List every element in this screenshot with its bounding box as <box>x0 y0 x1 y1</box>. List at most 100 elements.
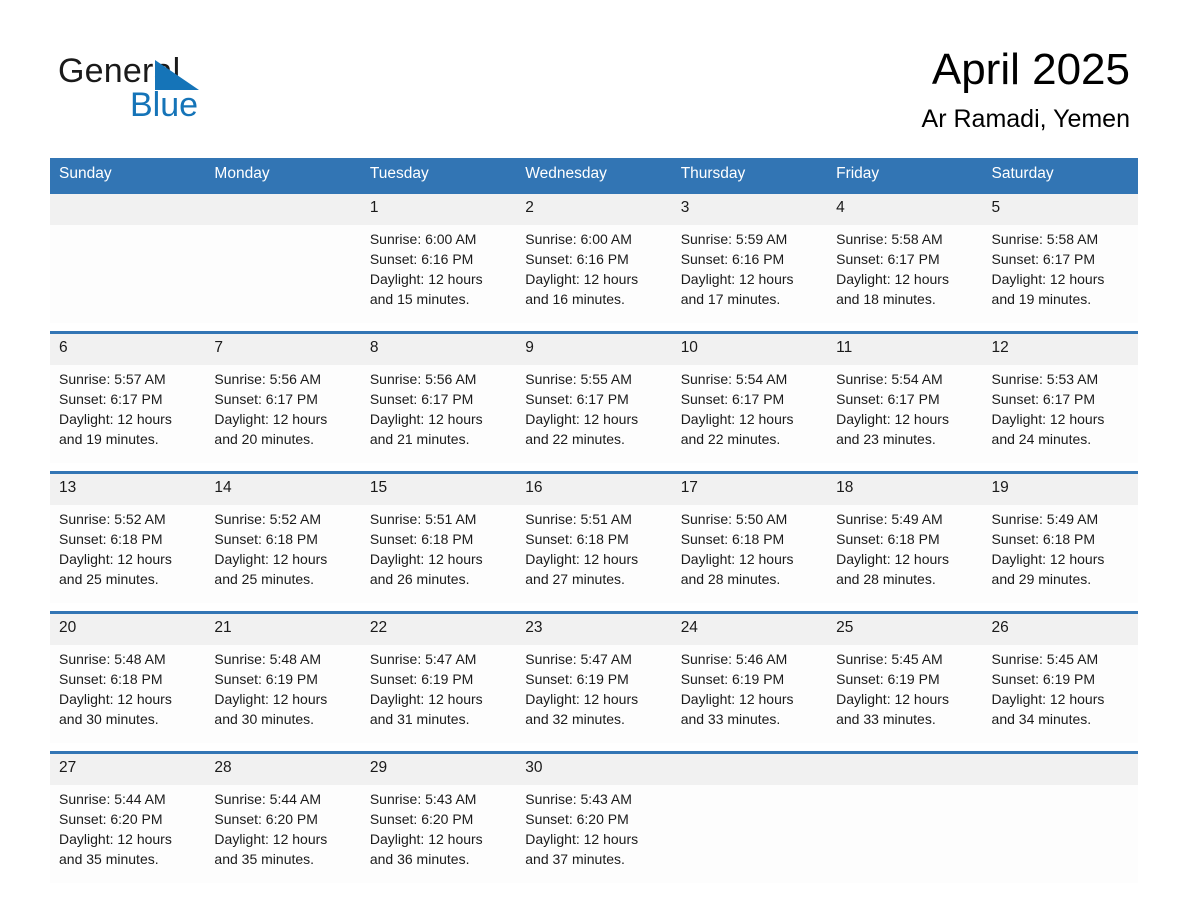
sunrise-text: Sunrise: 5:52 AM <box>59 511 166 527</box>
day-cell[interactable]: Sunrise: 5:54 AM Sunset: 6:17 PM Daylight:… <box>827 365 983 463</box>
daylight-text: Daylight: 12 hours and 34 minutes. <box>991 691 1105 727</box>
day-number[interactable]: 23 <box>516 614 672 645</box>
day-cell[interactable]: Sunrise: 5:52 AM Sunset: 6:18 PM Daylight:… <box>50 505 206 603</box>
day-cell[interactable]: Sunrise: 5:59 AM Sunset: 6:16 PM Daylight:… <box>671 225 828 323</box>
daylight-text: Daylight: 12 hours and 21 minutes. <box>369 411 483 447</box>
daylight-text: Daylight: 12 hours and 23 minutes. <box>836 411 949 447</box>
day-cell[interactable]: Sunrise: 5:53 AM Sunset: 6:17 PM Daylight:… <box>982 365 1138 463</box>
day-number[interactable]: 5 <box>982 194 1138 225</box>
day-cell[interactable]: Sunrise: 5:58 AM Sunset: 6:17 PM Daylight:… <box>827 225 983 323</box>
sunrise-text: Sunrise: 5:58 AM <box>991 231 1099 247</box>
day-cell[interactable]: Sunrise: 5:54 AM Sunset: 6:17 PM Daylight:… <box>671 365 828 463</box>
day-cell[interactable]: Sunrise: 5:51 AM Sunset: 6:18 PM Daylight:… <box>516 505 672 603</box>
day-number[interactable]: 27 <box>50 754 206 785</box>
day-cell[interactable]: Sunrise: 5:47 AM Sunset: 6:19 PM Daylight:… <box>516 645 672 743</box>
daylight-text: Daylight: 12 hours and 19 minutes. <box>59 411 172 447</box>
daylight-text: Daylight: 12 hours and 35 minutes. <box>214 831 328 867</box>
daylight-text: Daylight: 12 hours and 30 minutes. <box>59 691 172 727</box>
day-cell[interactable]: Sunrise: 5:45 AM Sunset: 6:19 PM Daylight:… <box>827 645 983 743</box>
day-cell[interactable]: Sunrise: 5:43 AM Sunset: 6:20 PM Daylight:… <box>516 785 672 883</box>
sunset-text: Sunset: 6:17 PM <box>836 251 940 267</box>
day-number[interactable]: 4 <box>827 194 983 225</box>
daylight-text: Daylight: 12 hours and 30 minutes. <box>214 691 328 727</box>
day-cell[interactable]: Sunrise: 5:55 AM Sunset: 6:17 PM Daylight:… <box>516 365 672 463</box>
day-cell[interactable]: Sunrise: 5:49 AM Sunset: 6:18 PM Daylight:… <box>827 505 983 603</box>
sunset-text: Sunset: 6:18 PM <box>214 531 318 547</box>
weekday-header-saturday: Saturday <box>982 158 1138 191</box>
date-number-row: 13 14 15 16 17 18 19 <box>50 474 1138 505</box>
day-number[interactable]: 25 <box>827 614 983 645</box>
daylight-text: Daylight: 12 hours and 33 minutes. <box>680 691 794 727</box>
day-cell[interactable]: Sunrise: 5:56 AM Sunset: 6:17 PM Daylight:… <box>360 365 517 463</box>
day-number[interactable]: 1 <box>360 194 517 225</box>
day-number[interactable]: 22 <box>360 614 517 645</box>
day-number[interactable]: 6 <box>50 334 206 365</box>
day-number[interactable]: 8 <box>360 334 517 365</box>
day-number[interactable]: 26 <box>982 614 1138 645</box>
day-number[interactable]: 17 <box>671 474 828 505</box>
sunrise-text: Sunrise: 5:51 AM <box>369 511 477 527</box>
date-number-row: 20 21 22 23 24 25 26 <box>50 614 1138 645</box>
day-number-empty <box>205 194 361 225</box>
sunset-text: Sunset: 6:18 PM <box>525 531 629 547</box>
sunrise-text: Sunrise: 5:43 AM <box>369 791 477 807</box>
daylight-text: Daylight: 12 hours and 22 minutes. <box>680 411 794 447</box>
day-cell[interactable]: Sunrise: 5:52 AM Sunset: 6:18 PM Daylight:… <box>205 505 361 603</box>
date-number-row: 12345 <box>50 194 1138 225</box>
day-number[interactable]: 19 <box>982 474 1138 505</box>
day-cell[interactable]: Sunrise: 5:47 AM Sunset: 6:19 PM Daylight:… <box>360 645 517 743</box>
day-cell[interactable]: Sunrise: 5:49 AM Sunset: 6:18 PM Daylight:… <box>982 505 1138 603</box>
day-cell[interactable]: Sunrise: 5:58 AM Sunset: 6:17 PM Daylight:… <box>982 225 1138 323</box>
day-cell[interactable]: Sunrise: 5:43 AM Sunset: 6:20 PM Daylight:… <box>360 785 517 883</box>
day-number-empty <box>982 754 1138 785</box>
sunset-text: Sunset: 6:17 PM <box>214 391 318 407</box>
day-cell[interactable]: Sunrise: 5:48 AM Sunset: 6:19 PM Daylight:… <box>205 645 361 743</box>
sunset-text: Sunset: 6:16 PM <box>680 251 785 267</box>
day-number[interactable]: 20 <box>50 614 206 645</box>
sunrise-text: Sunrise: 5:54 AM <box>836 371 943 387</box>
day-number-empty <box>671 754 828 785</box>
daylight-text: Daylight: 12 hours and 17 minutes. <box>680 271 794 307</box>
day-number[interactable]: 9 <box>516 334 672 365</box>
weekday-header-friday: Friday <box>827 158 983 191</box>
daylight-text: Daylight: 12 hours and 29 minutes. <box>991 551 1105 587</box>
day-number[interactable]: 10 <box>671 334 828 365</box>
day-number[interactable]: 30 <box>516 754 672 785</box>
day-cell[interactable]: Sunrise: 5:51 AM Sunset: 6:18 PM Daylight:… <box>360 505 517 603</box>
day-cell-empty <box>50 225 206 323</box>
weekday-header-thursday: Thursday <box>671 158 828 191</box>
day-cell[interactable]: Sunrise: 5:50 AM Sunset: 6:18 PM Daylight:… <box>671 505 828 603</box>
day-number[interactable]: 14 <box>205 474 361 505</box>
day-number[interactable]: 13 <box>50 474 206 505</box>
day-number[interactable]: 21 <box>205 614 361 645</box>
day-cell[interactable]: Sunrise: 5:46 AM Sunset: 6:19 PM Daylight:… <box>671 645 828 743</box>
day-number[interactable]: 15 <box>360 474 517 505</box>
day-number[interactable]: 29 <box>360 754 517 785</box>
day-number[interactable]: 24 <box>671 614 828 645</box>
day-number[interactable]: 3 <box>671 194 828 225</box>
day-number[interactable]: 2 <box>516 194 672 225</box>
sunrise-text: Sunrise: 5:54 AM <box>680 371 788 387</box>
weekday-header-tuesday: Tuesday <box>360 158 517 191</box>
day-number[interactable]: 28 <box>205 754 361 785</box>
day-cell[interactable]: Sunrise: 5:57 AM Sunset: 6:17 PM Daylight:… <box>50 365 206 463</box>
day-number[interactable]: 18 <box>827 474 983 505</box>
day-cell[interactable]: Sunrise: 6:00 AM Sunset: 6:16 PM Daylight:… <box>516 225 672 323</box>
day-cell-empty <box>982 785 1138 883</box>
day-cell[interactable]: Sunrise: 5:45 AM Sunset: 6:19 PM Daylight:… <box>982 645 1138 743</box>
day-cell[interactable]: Sunrise: 5:44 AM Sunset: 6:20 PM Daylight:… <box>50 785 206 883</box>
sunset-text: Sunset: 6:18 PM <box>680 531 785 547</box>
day-cell[interactable]: Sunrise: 5:56 AM Sunset: 6:17 PM Daylight:… <box>205 365 361 463</box>
general-blue-logo: General Blue <box>58 52 298 130</box>
week-spacer <box>50 463 1138 471</box>
day-cell[interactable]: Sunrise: 6:00 AM Sunset: 6:16 PM Daylight:… <box>360 225 517 323</box>
daylight-text: Daylight: 12 hours and 25 minutes. <box>214 551 328 587</box>
day-number[interactable]: 11 <box>827 334 983 365</box>
day-number[interactable]: 16 <box>516 474 672 505</box>
sunrise-text: Sunrise: 5:58 AM <box>836 231 943 247</box>
day-cell[interactable]: Sunrise: 5:44 AM Sunset: 6:20 PM Daylight:… <box>205 785 361 883</box>
calendar-page: General Blue April 2025 Ar Ramadi, Yemen… <box>0 0 1188 918</box>
day-number[interactable]: 7 <box>205 334 361 365</box>
day-number[interactable]: 12 <box>982 334 1138 365</box>
day-cell[interactable]: Sunrise: 5:48 AM Sunset: 6:18 PM Daylight:… <box>50 645 206 743</box>
